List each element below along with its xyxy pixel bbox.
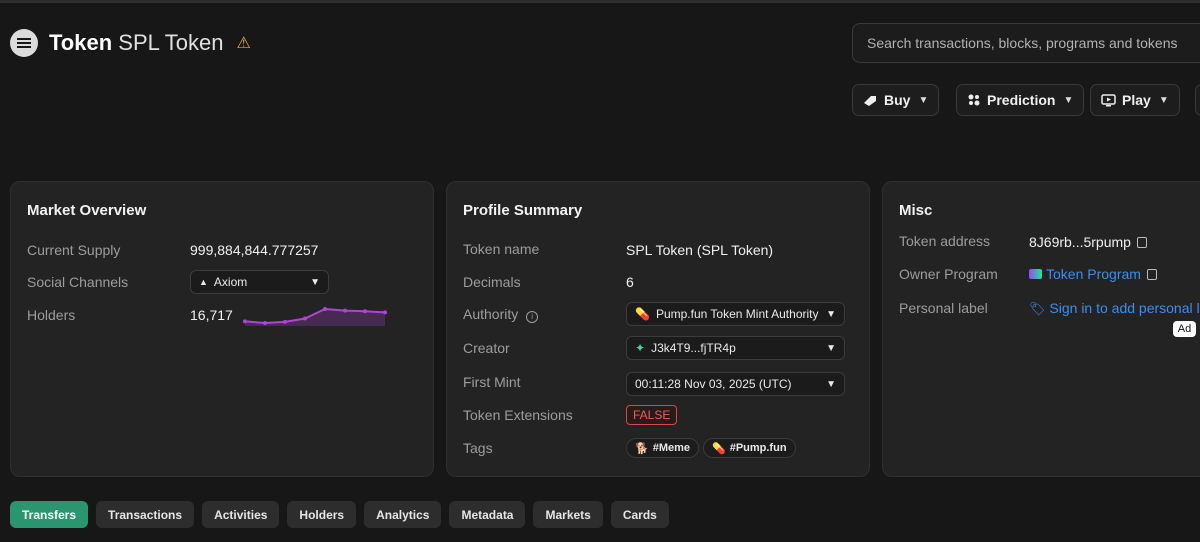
sparkline-point	[283, 319, 287, 324]
tab-markets[interactable]: Markets	[533, 501, 603, 528]
tab-analytics[interactable]: Analytics	[364, 501, 442, 528]
search-input[interactable]	[865, 34, 1200, 52]
tag-meme[interactable]: 🐕 #Meme	[626, 438, 699, 458]
token-extensions-badge: FALSE	[626, 405, 678, 425]
first-mint-label: First Mint	[463, 374, 521, 390]
solana-icon	[1029, 269, 1042, 279]
decimals-label: Decimals	[463, 274, 521, 290]
sparkle-icon: ✦	[635, 341, 646, 355]
personal-label-text: Sign in to add personal la	[1049, 300, 1200, 316]
pill-icon: 💊	[635, 307, 650, 321]
tab-transactions[interactable]: Transactions	[96, 501, 195, 528]
sparkline-point	[383, 310, 387, 315]
play-button[interactable]: Play ▼	[1090, 84, 1180, 116]
title-main: Token	[49, 30, 113, 55]
owner-program-link[interactable]: Token Program	[1029, 266, 1157, 282]
creator-value: J3k4T9...fjTR4p	[651, 341, 736, 355]
prediction-icon	[968, 94, 980, 106]
tab-transfers[interactable]: Transfers	[10, 501, 89, 528]
authority-value: Pump.fun Token Mint Authority	[655, 307, 819, 321]
top-divider	[0, 0, 1200, 3]
tab-metadata[interactable]: Metadata	[449, 501, 526, 528]
creator-dropdown[interactable]: ✦ J3k4T9...fjTR4p ▼	[626, 336, 845, 360]
social-channels-label: Social Channels	[27, 274, 129, 290]
sparkline-point	[363, 309, 367, 314]
buy-button[interactable]: Buy ▼	[852, 84, 940, 116]
solana-logo-icon	[10, 29, 38, 57]
token-address-value[interactable]: 8J69rb...5rpump	[1029, 234, 1147, 250]
tab-bar: Transfers Transactions Activities Holder…	[10, 501, 669, 528]
play-label: Play	[1122, 92, 1151, 108]
chevron-down-icon: ▼	[310, 276, 320, 288]
meme-icon: 🐕	[635, 442, 649, 455]
owner-program-label: Owner Program	[899, 266, 998, 282]
authority-label-text: Authority	[463, 306, 519, 322]
monitor-play-icon	[1101, 93, 1116, 106]
tab-activities[interactable]: Activities	[202, 501, 280, 528]
creator-label: Creator	[463, 340, 510, 356]
more-button[interactable]	[1195, 84, 1200, 116]
market-overview-title: Market Overview	[27, 202, 147, 219]
profile-summary-card: Profile Summary	[446, 181, 870, 477]
tab-holders[interactable]: Holders	[287, 501, 357, 528]
tab-cards[interactable]: Cards	[610, 501, 669, 528]
personal-label-label: Personal label	[899, 300, 988, 316]
pill-icon: 💊	[712, 442, 726, 455]
buy-label: Buy	[884, 92, 911, 108]
sparkline-point	[243, 319, 247, 324]
info-icon[interactable]: i	[526, 311, 539, 323]
authority-dropdown[interactable]: 💊 Pump.fun Token Mint Authority ▼	[626, 302, 845, 326]
misc-card: Misc	[882, 181, 1200, 477]
chevron-down-icon: ▼	[1158, 94, 1169, 106]
sparkline-point	[263, 321, 267, 325]
title-subtitle: SPL Token	[118, 30, 224, 55]
market-overview-card: Market Overview Current Supply 999,884,8…	[10, 181, 434, 477]
first-mint-dropdown[interactable]: 00:11:28 Nov 03, 2025 (UTC) ▼	[626, 372, 845, 396]
token-name-label: Token name	[463, 241, 540, 257]
tag-label: #Meme	[652, 442, 690, 454]
axiom-icon: ▲	[199, 277, 208, 287]
holders-sparkline	[243, 307, 387, 326]
copy-icon[interactable]	[1146, 269, 1157, 280]
current-supply-label: Current Supply	[27, 242, 121, 258]
swap-icon	[864, 95, 876, 106]
social-channel-value: Axiom	[213, 275, 248, 289]
authority-label: Authority i	[463, 306, 539, 323]
warning-icon[interactable]: ⚠	[236, 33, 250, 53]
decimals-value: 6	[626, 274, 634, 290]
token-address-label: Token address	[899, 233, 991, 249]
search-bar[interactable]	[852, 23, 1200, 63]
page-header: Token SPL Token ⚠	[10, 29, 251, 57]
prediction-button[interactable]: Prediction ▼	[956, 84, 1085, 116]
chevron-down-icon: ▼	[826, 342, 836, 354]
page-title: Token SPL Token	[49, 30, 223, 56]
tags-label: Tags	[463, 440, 493, 456]
personal-label-link[interactable]: 🏷 Sign in to add personal la	[1029, 300, 1200, 317]
tag-icon: 🏷	[1029, 301, 1046, 316]
sparkline-point	[303, 316, 307, 321]
token-name-value: SPL Token (SPL Token)	[626, 242, 774, 258]
social-channels-dropdown[interactable]: ▲ Axiom ▼	[190, 270, 329, 294]
copy-icon[interactable]	[1136, 237, 1147, 248]
first-mint-value: 00:11:28 Nov 03, 2025 (UTC)	[635, 377, 792, 391]
chevron-down-icon: ▼	[826, 308, 836, 320]
ad-badge: Ad	[1173, 321, 1196, 337]
token-address-text: 8J69rb...5rpump	[1029, 234, 1131, 250]
current-supply-value: 999,884,844.777257	[190, 242, 319, 258]
chevron-down-icon: ▼	[918, 94, 929, 106]
chevron-down-icon: ▼	[826, 378, 836, 390]
chevron-down-icon: ▼	[1063, 94, 1074, 106]
owner-program-text: Token Program	[1046, 266, 1141, 282]
sparkline-point	[323, 307, 327, 311]
tag-pumpfun[interactable]: 💊 #Pump.fun	[703, 438, 796, 458]
holders-value: 16,717	[190, 307, 233, 323]
prediction-label: Prediction	[987, 92, 1056, 108]
misc-title: Misc	[899, 202, 933, 219]
sparkline-point	[343, 308, 347, 313]
holders-label: Holders	[27, 307, 76, 323]
profile-summary-title: Profile Summary	[463, 202, 583, 219]
tag-label: #Pump.fun	[729, 442, 787, 454]
token-extensions-label: Token Extensions	[463, 407, 573, 423]
